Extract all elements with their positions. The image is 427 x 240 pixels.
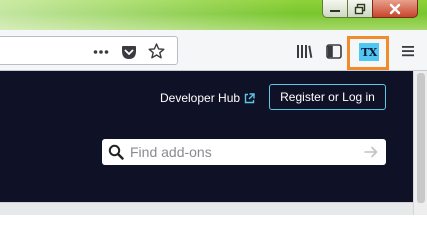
library-icon (296, 44, 312, 58)
arrow-right-icon (364, 146, 378, 158)
main-menu-button[interactable] (400, 43, 416, 59)
bookmark-button[interactable] (147, 42, 165, 60)
developer-hub-label: Developer Hub (160, 91, 241, 105)
page-bottom-strip (0, 202, 413, 215)
close-button[interactable] (372, 0, 418, 18)
search-input[interactable] (130, 141, 350, 163)
developer-hub-link[interactable]: Developer Hub (160, 90, 255, 106)
search-icon (102, 139, 130, 165)
titlebar-fade (0, 0, 300, 30)
minimize-icon (330, 9, 340, 12)
sidebar-button[interactable] (325, 42, 343, 60)
register-login-label: Register or Log in (280, 90, 375, 104)
tx-extension-button[interactable]: TX (359, 43, 379, 61)
external-link-icon (244, 92, 255, 103)
restore-icon (354, 3, 366, 14)
ellipsis-icon (93, 50, 109, 54)
sidebar-icon (326, 43, 342, 59)
pocket-button[interactable] (120, 43, 138, 61)
star-icon (148, 43, 164, 59)
page-actions-button[interactable] (92, 44, 110, 60)
library-button[interactable] (295, 43, 313, 59)
search-submit-button[interactable] (364, 145, 378, 164)
close-icon (389, 3, 401, 14)
register-login-button[interactable]: Register or Log in (269, 84, 386, 110)
scrollbar-thumb[interactable] (417, 73, 425, 203)
pocket-icon (122, 45, 136, 59)
tx-extension-label: TX (361, 45, 377, 59)
search-form (102, 139, 386, 165)
vertical-scrollbar[interactable] (413, 71, 427, 215)
restore-button[interactable] (347, 0, 373, 18)
hamburger-menu-icon (402, 46, 414, 57)
minimize-button[interactable] (322, 0, 348, 18)
